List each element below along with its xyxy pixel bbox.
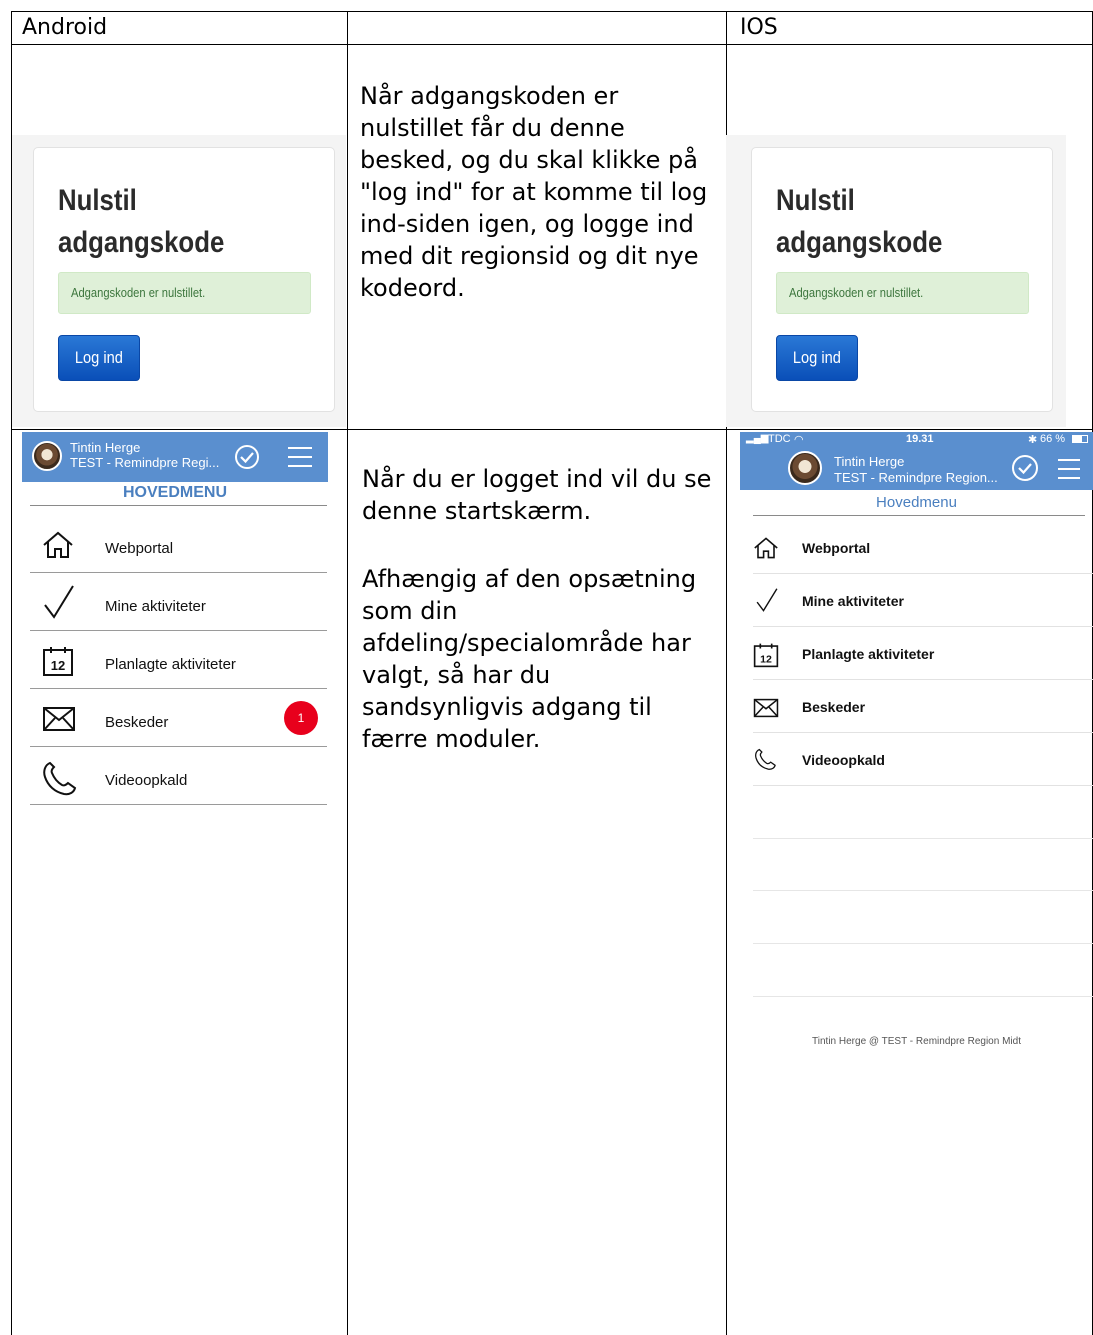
- ios-footer: Tintin Herge @ TEST - Remindpre Region M…: [812, 1036, 1021, 1047]
- empty-row-divider: [753, 943, 1093, 944]
- checkmark-icon: [44, 585, 74, 619]
- menu-item-beskeder[interactable]: Beskeder 1: [30, 689, 327, 747]
- signal-icon: ▂▄▆: [746, 433, 769, 444]
- android-app-header: Tintin Herge TEST - Remindpre Regi...: [22, 432, 328, 482]
- menu-item-videoopkald[interactable]: Videoopkald: [30, 747, 327, 805]
- hamburger-menu-icon[interactable]: [288, 447, 312, 474]
- menu-item-label: Videoopkald: [105, 772, 188, 789]
- battery-percent: 66 %: [1040, 433, 1066, 445]
- menu-item-beskeder[interactable]: Beskeder: [753, 680, 1093, 733]
- calendar-icon: 12: [43, 647, 73, 676]
- calendar-icon: 12: [753, 643, 779, 668]
- battery-icon: [1072, 435, 1088, 443]
- menu-item-label: Webportal: [105, 540, 174, 557]
- envelope-icon: [753, 698, 779, 718]
- menu-title: Hovedmenu: [876, 494, 957, 511]
- user-org: TEST - Remindpre Region...: [834, 470, 998, 485]
- reset-title: Nulstil adgangskode: [776, 184, 943, 259]
- check-circle-icon[interactable]: [234, 444, 260, 470]
- menu-item-label: Mine aktiviteter: [802, 593, 904, 609]
- menu-item-label: Beskeder: [802, 699, 866, 715]
- ios-app-header: ▂▄▆ TDC ◠ 19.31 ✱ 66 % Tintin Herge TEST…: [740, 432, 1093, 490]
- row-divider: [12, 429, 1092, 430]
- user-name: Tintin Herge: [70, 440, 141, 455]
- menu-item-label: Planlagte aktiviteter: [802, 646, 935, 662]
- menu-item-mine-aktiviteter[interactable]: Mine aktiviteter: [753, 574, 1093, 627]
- phone-icon: [755, 748, 776, 770]
- checkmark-icon: [756, 588, 778, 612]
- reset-description: Når adgangskoden er nulstillet får du de…: [360, 82, 708, 302]
- login-button[interactable]: Log ind: [776, 335, 858, 381]
- bluetooth-icon: ✱: [1028, 434, 1038, 446]
- menu-item-videoopkald[interactable]: Videoopkald: [753, 733, 1093, 786]
- reset-title: Nulstil adgangskode: [58, 184, 225, 259]
- menu-item-label: Beskeder: [105, 714, 169, 731]
- empty-row-divider: [753, 838, 1093, 839]
- header-ios: IOS: [740, 15, 778, 40]
- status-time: 19.31: [906, 433, 934, 445]
- header-android: Android: [22, 15, 108, 40]
- svg-text:12: 12: [51, 658, 65, 673]
- envelope-icon: [43, 707, 75, 731]
- success-alert: Adgangskoden er nulstillet.: [58, 272, 311, 314]
- success-alert: Adgangskoden er nulstillet.: [776, 272, 1029, 314]
- user-org: TEST - Remindpre Regi...: [70, 455, 220, 470]
- avatar[interactable]: [32, 441, 62, 471]
- menu-item-label: Videoopkald: [802, 752, 885, 768]
- menu-title-underline: [753, 515, 1085, 516]
- menu-title: HOVEDMENU: [122, 484, 227, 501]
- notification-badge: 1: [284, 701, 318, 735]
- menu-item-label: Planlagte aktiviteter: [105, 656, 236, 673]
- hamburger-menu-icon[interactable]: [1058, 459, 1080, 486]
- column-divider: [347, 12, 348, 1335]
- startscreen-description-2: Afhængig af den opsætning som din afdeli…: [362, 565, 697, 753]
- home-icon: [43, 531, 73, 558]
- avatar[interactable]: [788, 451, 822, 485]
- ios-status-bar: ▂▄▆ TDC ◠ 19.31 ✱ 66 %: [746, 433, 1093, 447]
- reset-card: Nulstil adgangskode Adgangskoden er nuls…: [751, 147, 1053, 412]
- empty-row-divider: [753, 890, 1093, 891]
- login-button[interactable]: Log ind: [58, 335, 140, 381]
- home-icon: [754, 537, 778, 559]
- menu-item-webportal[interactable]: Webportal: [30, 516, 327, 573]
- startscreen-description-1: Når du er logget ind vil du se denne sta…: [362, 465, 712, 525]
- check-circle-icon[interactable]: [1011, 454, 1039, 482]
- menu-item-planlagte-aktiviteter[interactable]: 12 Planlagte aktiviteter: [753, 627, 1093, 680]
- user-name: Tintin Herge: [834, 454, 905, 469]
- phone-icon: [43, 761, 77, 796]
- menu-item-label: Mine aktiviteter: [105, 598, 206, 615]
- menu-title-underline: [30, 505, 327, 506]
- menu-item-mine-aktiviteter[interactable]: Mine aktiviteter: [30, 573, 327, 631]
- menu-item-webportal[interactable]: Webportal: [753, 521, 1093, 574]
- reset-card: Nulstil adgangskode Adgangskoden er nuls…: [33, 147, 335, 412]
- wifi-icon: ◠: [794, 434, 804, 446]
- menu-item-label: Webportal: [802, 540, 871, 556]
- empty-row-divider: [753, 996, 1093, 997]
- row-divider: [12, 44, 1092, 45]
- menu-item-planlagte-aktiviteter[interactable]: 12 Planlagte aktiviteter: [30, 631, 327, 689]
- carrier-label: TDC: [768, 433, 791, 445]
- svg-text:12: 12: [760, 653, 772, 665]
